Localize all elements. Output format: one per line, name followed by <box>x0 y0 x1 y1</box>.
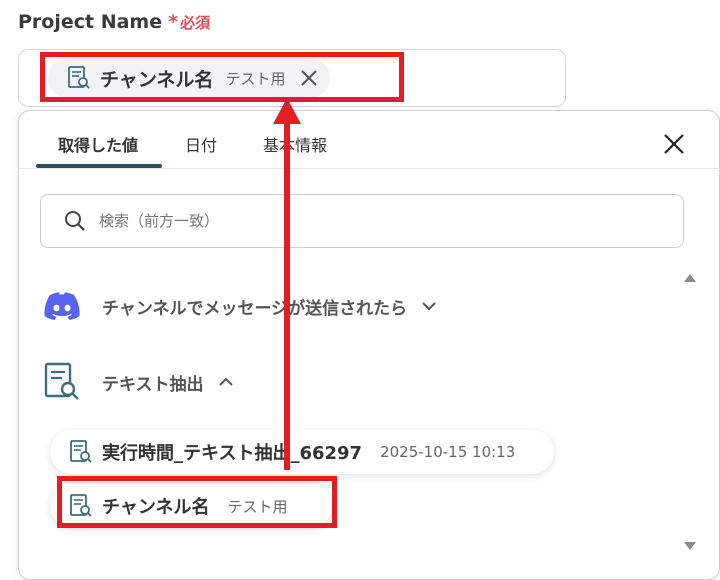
group-label: チャンネルでメッセージが送信されたら <box>102 298 408 319</box>
annotation-arrow-head <box>273 98 301 124</box>
close-icon[interactable] <box>662 132 686 156</box>
search-icon <box>65 211 85 231</box>
group-label: テキスト抽出 <box>102 374 204 395</box>
scroll-up-arrow[interactable] <box>684 274 696 282</box>
search-box <box>40 194 684 248</box>
list-item[interactable]: 実行時間_テキスト抽出_66297 2025-10-15 10:13 <box>50 430 554 474</box>
field-label-text: Project Name <box>18 11 163 33</box>
discord-icon <box>44 292 80 320</box>
group-text-extraction[interactable]: テキスト抽出 <box>44 362 234 402</box>
doc-search-icon <box>44 362 79 400</box>
group-discord-trigger[interactable]: チャンネルでメッセージが送信されたら <box>44 292 437 320</box>
tab-divider <box>19 168 719 169</box>
tab-basic-info[interactable]: 基本情報 <box>263 132 327 156</box>
tab-acquired-values[interactable]: 取得した値 <box>58 132 138 156</box>
required-text: 必須 <box>180 14 211 32</box>
doc-search-icon <box>70 440 92 463</box>
scroll-down-arrow[interactable] <box>684 542 696 550</box>
list-item-label: 実行時間_テキスト抽出_66297 <box>102 443 363 464</box>
field-label: Project Name * 必須 <box>18 11 210 33</box>
chevron-down-icon[interactable] <box>421 298 437 314</box>
annotation-highlight-box <box>57 476 337 528</box>
chevron-up-icon[interactable] <box>218 374 234 390</box>
required-star: * <box>168 11 179 33</box>
search-input[interactable] <box>97 211 661 231</box>
tab-date[interactable]: 日付 <box>185 132 217 156</box>
annotation-highlight-box <box>40 52 404 102</box>
list-item-sub: 2025-10-15 10:13 <box>380 443 516 461</box>
annotation-arrow-line <box>284 118 290 470</box>
